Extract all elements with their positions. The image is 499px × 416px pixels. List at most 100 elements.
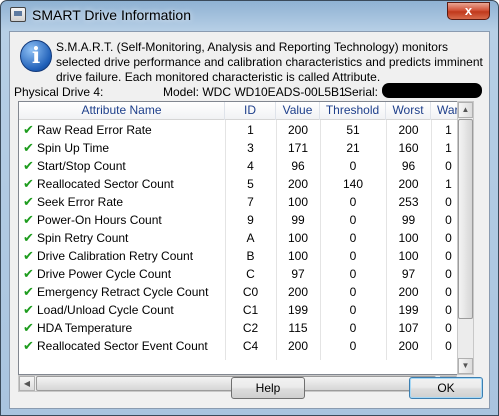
- table-row[interactable]: ✔ Load/Unload Cycle Count C1 199 0 199 0: [19, 301, 465, 319]
- worst-cell: 96: [401, 159, 416, 173]
- value-cell: 97: [291, 267, 305, 281]
- attribute-name-text: Spin Retry Count: [37, 231, 129, 245]
- value-cell: 171: [287, 141, 309, 155]
- green-check-icon: ✔: [23, 248, 34, 263]
- attribute-name-cell: ✔ Spin Retry Count: [19, 229, 225, 247]
- worst-cell: 200: [398, 177, 419, 191]
- attribute-name-cell: ✔ Seek Error Rate: [19, 193, 225, 211]
- dialog-body: i S.M.A.R.T. (Self-Monitoring, Analysis …: [9, 31, 490, 409]
- vertical-scroll-thumb[interactable]: [458, 119, 473, 319]
- attribute-name-text: Emergency Retract Cycle Count: [37, 285, 209, 299]
- worst-cell: 100: [398, 231, 419, 245]
- table-row[interactable]: ✔ Power-On Hours Count 9 99 0 99 0: [19, 211, 465, 229]
- green-check-icon: ✔: [23, 212, 34, 227]
- help-button[interactable]: Help: [231, 377, 305, 399]
- attribute-name-text: Seek Error Rate: [37, 195, 124, 209]
- green-check-icon: ✔: [23, 140, 34, 155]
- table-row[interactable]: ✔ Spin Up Time 3 171 21 160 1: [19, 139, 465, 157]
- threshold-cell: 0: [349, 231, 357, 245]
- attribute-id-cell: A: [246, 231, 255, 245]
- attribute-name-cell: ✔ Load/Unload Cycle Count: [19, 301, 225, 319]
- green-check-icon: ✔: [23, 320, 34, 335]
- green-check-icon: ✔: [23, 158, 34, 173]
- attribute-id-cell: 1: [247, 123, 254, 137]
- attribute-id-cell: C4: [242, 339, 259, 353]
- table-row[interactable]: ✔ Drive Calibration Retry Count B 100 0 100 0: [19, 247, 465, 265]
- column-attribute-name[interactable]: Attribute Name: [19, 102, 225, 120]
- value-cell: 115: [288, 321, 308, 335]
- worst-cell: 97: [401, 267, 416, 281]
- ok-button[interactable]: OK: [409, 377, 483, 399]
- value-cell: 100: [287, 231, 309, 245]
- attribute-list[interactable]: Attribute Name ID Value Threshold Worst …: [18, 101, 466, 375]
- scroll-up-arrow-icon[interactable]: ▲: [458, 102, 473, 118]
- value-cell: 200: [287, 123, 309, 137]
- threshold-cell: 0: [349, 267, 357, 281]
- attribute-id-cell: B: [246, 249, 255, 263]
- table-row[interactable]: ✔ Reallocated Sector Count 5 200 140 200 1: [19, 175, 465, 193]
- table-row[interactable]: ✔ Raw Read Error Rate 1 200 51 200 1: [19, 121, 465, 139]
- attribute-name-cell: ✔ Reallocated Sector Count: [19, 175, 225, 193]
- green-check-icon: ✔: [23, 194, 34, 209]
- smart-description: S.M.A.R.T. (Self-Monitoring, Analysis an…: [56, 40, 483, 84]
- value-cell: 96: [291, 159, 305, 173]
- value-cell: 200: [287, 339, 309, 353]
- green-check-icon: ✔: [23, 122, 34, 137]
- green-check-icon: ✔: [23, 338, 34, 353]
- threshold-cell: 51: [346, 123, 360, 137]
- worst-cell: 253: [398, 195, 419, 209]
- column-id[interactable]: ID: [225, 102, 276, 120]
- green-check-icon: ✔: [23, 266, 34, 281]
- attribute-name-cell: ✔ Reallocated Sector Event Count: [19, 337, 225, 355]
- title-bar[interactable]: SMART Drive Information x: [1, 1, 498, 29]
- green-check-icon: ✔: [23, 284, 34, 299]
- attribute-name-cell: ✔ Drive Power Cycle Count: [19, 265, 225, 283]
- attribute-name-text: Power-On Hours Count: [37, 213, 162, 227]
- attribute-name-cell: ✔ Power-On Hours Count: [19, 211, 225, 229]
- attribute-id-cell: 3: [247, 141, 254, 155]
- threshold-cell: 0: [349, 159, 357, 173]
- physical-drive-label: Physical Drive 4:: [14, 85, 104, 99]
- threshold-cell: 140: [342, 177, 364, 191]
- attribute-name-text: Spin Up Time: [37, 141, 110, 155]
- value-cell: 200: [287, 177, 309, 191]
- smart-drive-dialog: SMART Drive Information x i S.M.A.R.T. (…: [0, 0, 499, 416]
- attribute-id-cell: 5: [247, 177, 254, 191]
- value-cell: 100: [287, 195, 309, 209]
- worst-cell: 200: [398, 339, 419, 353]
- threshold-cell: 0: [349, 249, 357, 263]
- attribute-id-cell: 4: [247, 159, 254, 173]
- column-threshold[interactable]: Threshold: [320, 102, 386, 120]
- attribute-id-cell: 7: [247, 195, 254, 209]
- table-row[interactable]: ✔ Reallocated Sector Event Count C4 200 0 200…: [19, 337, 465, 355]
- serial-label: Serial:: [344, 85, 379, 99]
- scroll-down-arrow-icon[interactable]: ▼: [458, 358, 473, 374]
- attribute-name-cell: ✔ Drive Calibration Retry Count: [19, 247, 225, 265]
- attribute-name-text: Drive Power Cycle Count: [37, 267, 172, 281]
- table-row[interactable]: ✔ HDA Temperature C2 115 0 107 0: [19, 319, 465, 337]
- column-value[interactable]: Value: [276, 102, 320, 120]
- green-check-icon: ✔: [23, 302, 34, 317]
- table-row[interactable]: ✔ Start/Stop Count 4 96 0 96 0: [19, 157, 465, 175]
- attribute-id-cell: 9: [247, 213, 254, 227]
- worst-cell: 199: [398, 303, 419, 317]
- worst-cell: 100: [398, 249, 419, 263]
- table-row[interactable]: ✔ Drive Power Cycle Count C 97 0 97 0: [19, 265, 465, 283]
- table-row[interactable]: ✔ Emergency Retract Cycle Count C0 200 0 200 0: [19, 283, 465, 301]
- table-row[interactable]: ✔ Seek Error Rate 7 100 0 253 0: [19, 193, 465, 211]
- list-header: Attribute Name ID Value Threshold Worst …: [19, 102, 465, 120]
- attribute-name-cell: ✔ Spin Up Time: [19, 139, 225, 157]
- vertical-scrollbar[interactable]: ▲ ▼: [457, 101, 474, 375]
- scroll-left-arrow-icon[interactable]: ◀: [19, 376, 35, 391]
- threshold-cell: 0: [349, 195, 357, 209]
- attribute-id-cell: C: [246, 267, 255, 281]
- worst-cell: 200: [398, 123, 419, 137]
- close-button[interactable]: x: [447, 2, 490, 20]
- attribute-name-text: Raw Read Error Rate: [37, 123, 152, 137]
- attribute-name-cell: ✔ Raw Read Error Rate: [19, 121, 225, 139]
- table-row[interactable]: ✔ Spin Retry Count A 100 0 100 0: [19, 229, 465, 247]
- attribute-name-text: Start/Stop Count: [37, 159, 126, 173]
- value-cell: 100: [287, 249, 309, 263]
- column-worst[interactable]: Worst: [386, 102, 431, 120]
- value-cell: 200: [287, 285, 309, 299]
